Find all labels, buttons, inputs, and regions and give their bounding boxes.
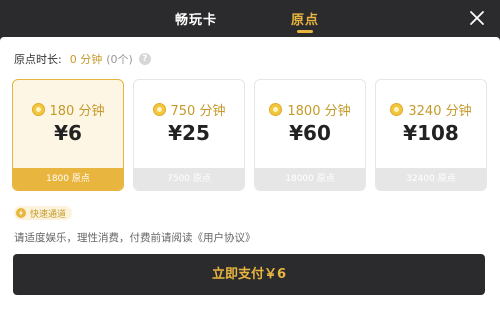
package-price: ¥25	[168, 121, 210, 145]
duration-count: (0个)	[106, 53, 133, 66]
tab-pass-card[interactable]: 畅玩卡	[175, 9, 217, 28]
package-card-3240[interactable]: 3240 分钟 ¥108 32400 原点	[375, 79, 487, 191]
package-minutes-row: 750 分钟	[134, 100, 244, 119]
package-minutes-row: 1800 分钟	[255, 100, 365, 119]
package-minutes: 750 分钟	[170, 104, 226, 119]
package-points: 18000 原点	[255, 168, 365, 190]
package-minutes-row: 180 分钟	[13, 100, 123, 119]
package-card-750[interactable]: 750 分钟 ¥25 7500 原点	[133, 79, 245, 191]
notice-text: 请适度娱乐，理性消费，付费前请阅读《用户协议》	[14, 230, 256, 245]
close-icon[interactable]	[468, 9, 486, 27]
package-list: 180 分钟 ¥6 1800 原点 750 分钟 ¥25 7500 原点 180…	[12, 79, 500, 193]
package-price: ¥6	[54, 121, 82, 145]
package-minutes-row: 3240 分钟	[376, 100, 486, 119]
pay-now-button[interactable]: 立即支付￥6	[13, 254, 485, 295]
coin-icon	[152, 103, 166, 116]
package-minutes: 1800 分钟	[287, 104, 351, 119]
package-points: 32400 原点	[376, 168, 486, 190]
package-price: ¥60	[289, 121, 331, 145]
header: 畅玩卡 原点	[0, 0, 500, 37]
coin-icon	[390, 103, 404, 116]
package-points: 7500 原点	[134, 168, 244, 190]
tab-origin-points[interactable]: 原点	[291, 9, 319, 28]
duration-row: 原点时长: 0 分钟 (0个) ?	[14, 51, 151, 67]
package-minutes: 3240 分钟	[408, 104, 472, 119]
duration-value: 0 分钟	[69, 53, 103, 66]
purchase-panel: 原点时长: 0 分钟 (0个) ? 180 分钟 ¥6 1800 原点 750 …	[0, 37, 500, 312]
user-agreement-link[interactable]: 《用户协议》	[193, 232, 256, 244]
notice-body: 请适度娱乐，理性消费，付费前请阅读	[14, 232, 193, 244]
fast-channel-badge[interactable]: 快速通道	[14, 206, 73, 220]
lightning-icon	[16, 208, 26, 218]
help-icon[interactable]: ?	[138, 53, 151, 65]
duration-label: 原点时长:	[14, 53, 62, 66]
package-card-1800[interactable]: 1800 分钟 ¥60 18000 原点	[254, 79, 366, 191]
fast-channel-label: 快速通道	[30, 209, 67, 220]
coin-icon	[31, 103, 45, 116]
package-points: 1800 原点	[13, 168, 123, 190]
package-price: ¥108	[403, 121, 459, 145]
package-minutes: 180 分钟	[49, 104, 105, 119]
active-tab-indicator	[297, 30, 313, 33]
package-card-180[interactable]: 180 分钟 ¥6 1800 原点	[12, 79, 124, 191]
coin-icon	[269, 103, 283, 116]
